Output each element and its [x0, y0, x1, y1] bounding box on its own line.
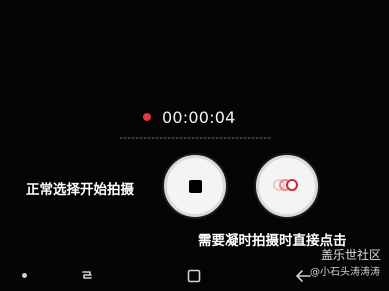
recording-indicator-icon	[143, 113, 151, 121]
burst-capture-icon	[273, 179, 301, 193]
back-icon[interactable]	[294, 268, 312, 284]
system-navigation-bar	[0, 262, 389, 291]
recents-icon[interactable]	[79, 268, 95, 284]
recording-timer: 00:00:04	[162, 107, 236, 127]
stop-recording-button[interactable]	[164, 155, 226, 217]
normal-capture-caption: 正常选择开始拍摄	[26, 182, 134, 198]
home-icon[interactable]	[186, 268, 202, 284]
camera-recording-screen: 00:00:04 正常选择开始拍摄 需要凝时拍摄时直接点击 盖乐世社区 @小石头…	[0, 0, 389, 291]
watermark-site: 盖乐世社区	[321, 248, 382, 262]
stop-square-icon	[188, 179, 202, 193]
recording-status: 00:00:04	[143, 106, 235, 128]
dot-icon[interactable]	[22, 273, 27, 278]
recording-progress-track	[120, 137, 272, 139]
burst-capture-button[interactable]	[256, 155, 318, 217]
